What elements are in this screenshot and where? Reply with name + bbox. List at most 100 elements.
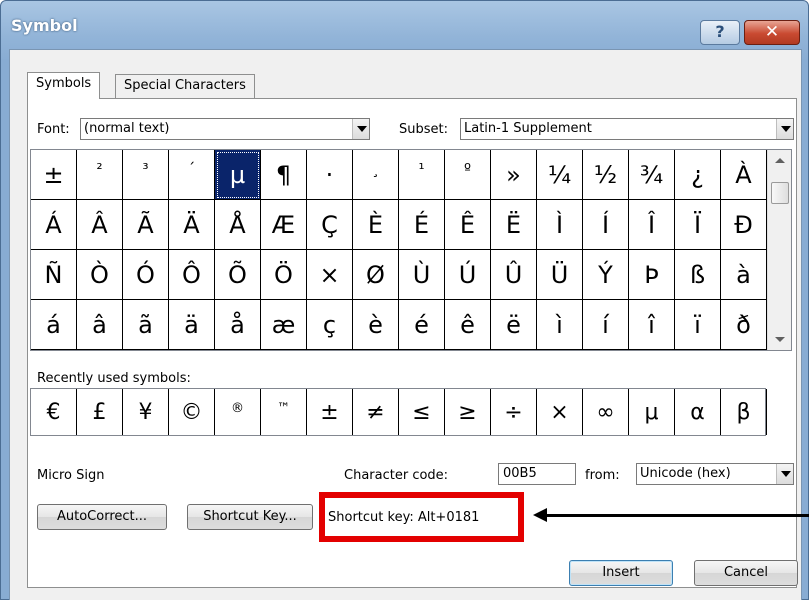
recent-symbol-cell[interactable]: €	[31, 389, 77, 435]
symbol-cell[interactable]: Æ	[261, 200, 307, 250]
title-bar[interactable]: Symbol ? ✕	[1, 1, 808, 51]
recent-symbol-cell[interactable]: ™	[261, 389, 307, 435]
symbol-cell[interactable]: È	[353, 200, 399, 250]
font-dropdown[interactable]: (normal text)	[80, 118, 370, 140]
recent-symbol-cell[interactable]: α	[675, 389, 721, 435]
chevron-down-icon[interactable]	[776, 119, 793, 139]
insert-button[interactable]: Insert	[569, 560, 673, 586]
symbol-cell[interactable]: å	[215, 300, 261, 350]
subset-dropdown[interactable]: Latin-1 Supplement	[460, 118, 794, 140]
symbol-cell[interactable]: À	[721, 150, 767, 200]
symbol-cell[interactable]: í	[583, 300, 629, 350]
symbol-cell[interactable]: ´	[169, 150, 215, 200]
symbol-cell[interactable]: ¶	[261, 150, 307, 200]
symbol-cell[interactable]: à	[721, 250, 767, 300]
symbol-cell[interactable]: Ù	[399, 250, 445, 300]
scroll-thumb[interactable]	[771, 182, 789, 204]
symbol-cell[interactable]: Â	[77, 200, 123, 250]
recent-symbol-cell[interactable]: ¥	[123, 389, 169, 435]
recent-symbol-cell[interactable]: ©	[169, 389, 215, 435]
symbol-cell[interactable]: Û	[491, 250, 537, 300]
symbol-cell[interactable]: µ	[215, 150, 261, 200]
symbol-cell[interactable]: á	[31, 300, 77, 350]
shortcut-key-button[interactable]: Shortcut Key...	[187, 504, 313, 530]
symbol-cell[interactable]: ¸	[353, 150, 399, 200]
symbol-cell[interactable]: ½	[583, 150, 629, 200]
character-code-field[interactable]: 00B5	[498, 463, 576, 485]
symbol-cell[interactable]: Ý	[583, 250, 629, 300]
symbol-cell[interactable]: Ð	[721, 200, 767, 250]
recent-symbol-cell[interactable]: ≥	[445, 389, 491, 435]
help-button[interactable]: ?	[700, 20, 740, 45]
autocorrect-button[interactable]: AutoCorrect...	[37, 504, 167, 530]
symbol-cell[interactable]: º	[445, 150, 491, 200]
symbol-cell[interactable]: ±	[31, 150, 77, 200]
symbol-cell[interactable]: ë	[491, 300, 537, 350]
symbol-cell[interactable]: ·	[307, 150, 353, 200]
symbol-cell[interactable]: Ç	[307, 200, 353, 250]
symbol-cell[interactable]: É	[399, 200, 445, 250]
symbol-cell[interactable]: Ö	[261, 250, 307, 300]
close-button[interactable]: ✕	[744, 20, 800, 45]
symbol-cell[interactable]: Ñ	[31, 250, 77, 300]
symbol-cell[interactable]: Å	[215, 200, 261, 250]
symbol-cell[interactable]: ï	[675, 300, 721, 350]
tab-special-characters[interactable]: Special Characters	[115, 74, 255, 98]
recent-symbol-cell[interactable]: ×	[537, 389, 583, 435]
symbol-cell[interactable]: ð	[721, 300, 767, 350]
recent-symbol-cell[interactable]: ≠	[353, 389, 399, 435]
symbol-cell[interactable]: ç	[307, 300, 353, 350]
symbol-cell[interactable]: Ó	[123, 250, 169, 300]
recent-symbol-cell[interactable]: £	[77, 389, 123, 435]
from-dropdown[interactable]: Unicode (hex)	[636, 463, 794, 485]
symbol-cell[interactable]: Ä	[169, 200, 215, 250]
symbol-cell[interactable]: ã	[123, 300, 169, 350]
symbol-cell[interactable]: ×	[307, 250, 353, 300]
symbol-cell[interactable]: Ú	[445, 250, 491, 300]
symbol-cell[interactable]: Ê	[445, 200, 491, 250]
symbol-cell[interactable]: â	[77, 300, 123, 350]
recent-symbol-cell[interactable]: ®	[215, 389, 261, 435]
symbol-cell[interactable]: ¼	[537, 150, 583, 200]
symbol-cell[interactable]: ¾	[629, 150, 675, 200]
symbol-cell[interactable]: Þ	[629, 250, 675, 300]
chevron-down-icon[interactable]	[776, 464, 793, 484]
recent-symbol-cell[interactable]: ∞	[583, 389, 629, 435]
symbol-cell[interactable]: î	[629, 300, 675, 350]
symbol-cell[interactable]: Ë	[491, 200, 537, 250]
symbol-cell[interactable]: Í	[583, 200, 629, 250]
symbol-cell[interactable]: ²	[77, 150, 123, 200]
symbol-cell[interactable]: Î	[629, 200, 675, 250]
symbol-cell[interactable]: Ì	[537, 200, 583, 250]
symbol-cell[interactable]: ³	[123, 150, 169, 200]
symbol-cell[interactable]: ä	[169, 300, 215, 350]
tab-symbols[interactable]: Symbols	[27, 72, 101, 99]
recent-symbol-cell[interactable]: μ	[629, 389, 675, 435]
symbol-cell[interactable]: Ï	[675, 200, 721, 250]
symbol-cell[interactable]: Ü	[537, 250, 583, 300]
symbol-cell[interactable]: é	[399, 300, 445, 350]
symbol-cell[interactable]: è	[353, 300, 399, 350]
scroll-up-icon[interactable]	[775, 158, 785, 163]
recent-symbol-cell[interactable]: β	[721, 389, 767, 435]
symbol-cell[interactable]: æ	[261, 300, 307, 350]
symbol-cell[interactable]: Ã	[123, 200, 169, 250]
recent-symbol-cell[interactable]: ±	[307, 389, 353, 435]
symbol-cell[interactable]: ¿	[675, 150, 721, 200]
symbol-cell[interactable]: ¹	[399, 150, 445, 200]
scroll-down-icon[interactable]	[775, 337, 785, 342]
symbol-cell[interactable]: »	[491, 150, 537, 200]
symbol-cell[interactable]: Õ	[215, 250, 261, 300]
symbol-cell[interactable]: Ø	[353, 250, 399, 300]
symbol-cell[interactable]: Ò	[77, 250, 123, 300]
cancel-button[interactable]: Cancel	[694, 560, 798, 586]
symbol-grid-scrollbar[interactable]	[767, 150, 791, 350]
symbol-cell[interactable]: ê	[445, 300, 491, 350]
recent-symbol-cell[interactable]: ÷	[491, 389, 537, 435]
recent-symbol-cell[interactable]: ≤	[399, 389, 445, 435]
symbol-cell[interactable]: Á	[31, 200, 77, 250]
symbol-cell[interactable]: ì	[537, 300, 583, 350]
chevron-down-icon[interactable]	[352, 119, 369, 139]
symbol-cell[interactable]: Ô	[169, 250, 215, 300]
symbol-cell[interactable]: ß	[675, 250, 721, 300]
